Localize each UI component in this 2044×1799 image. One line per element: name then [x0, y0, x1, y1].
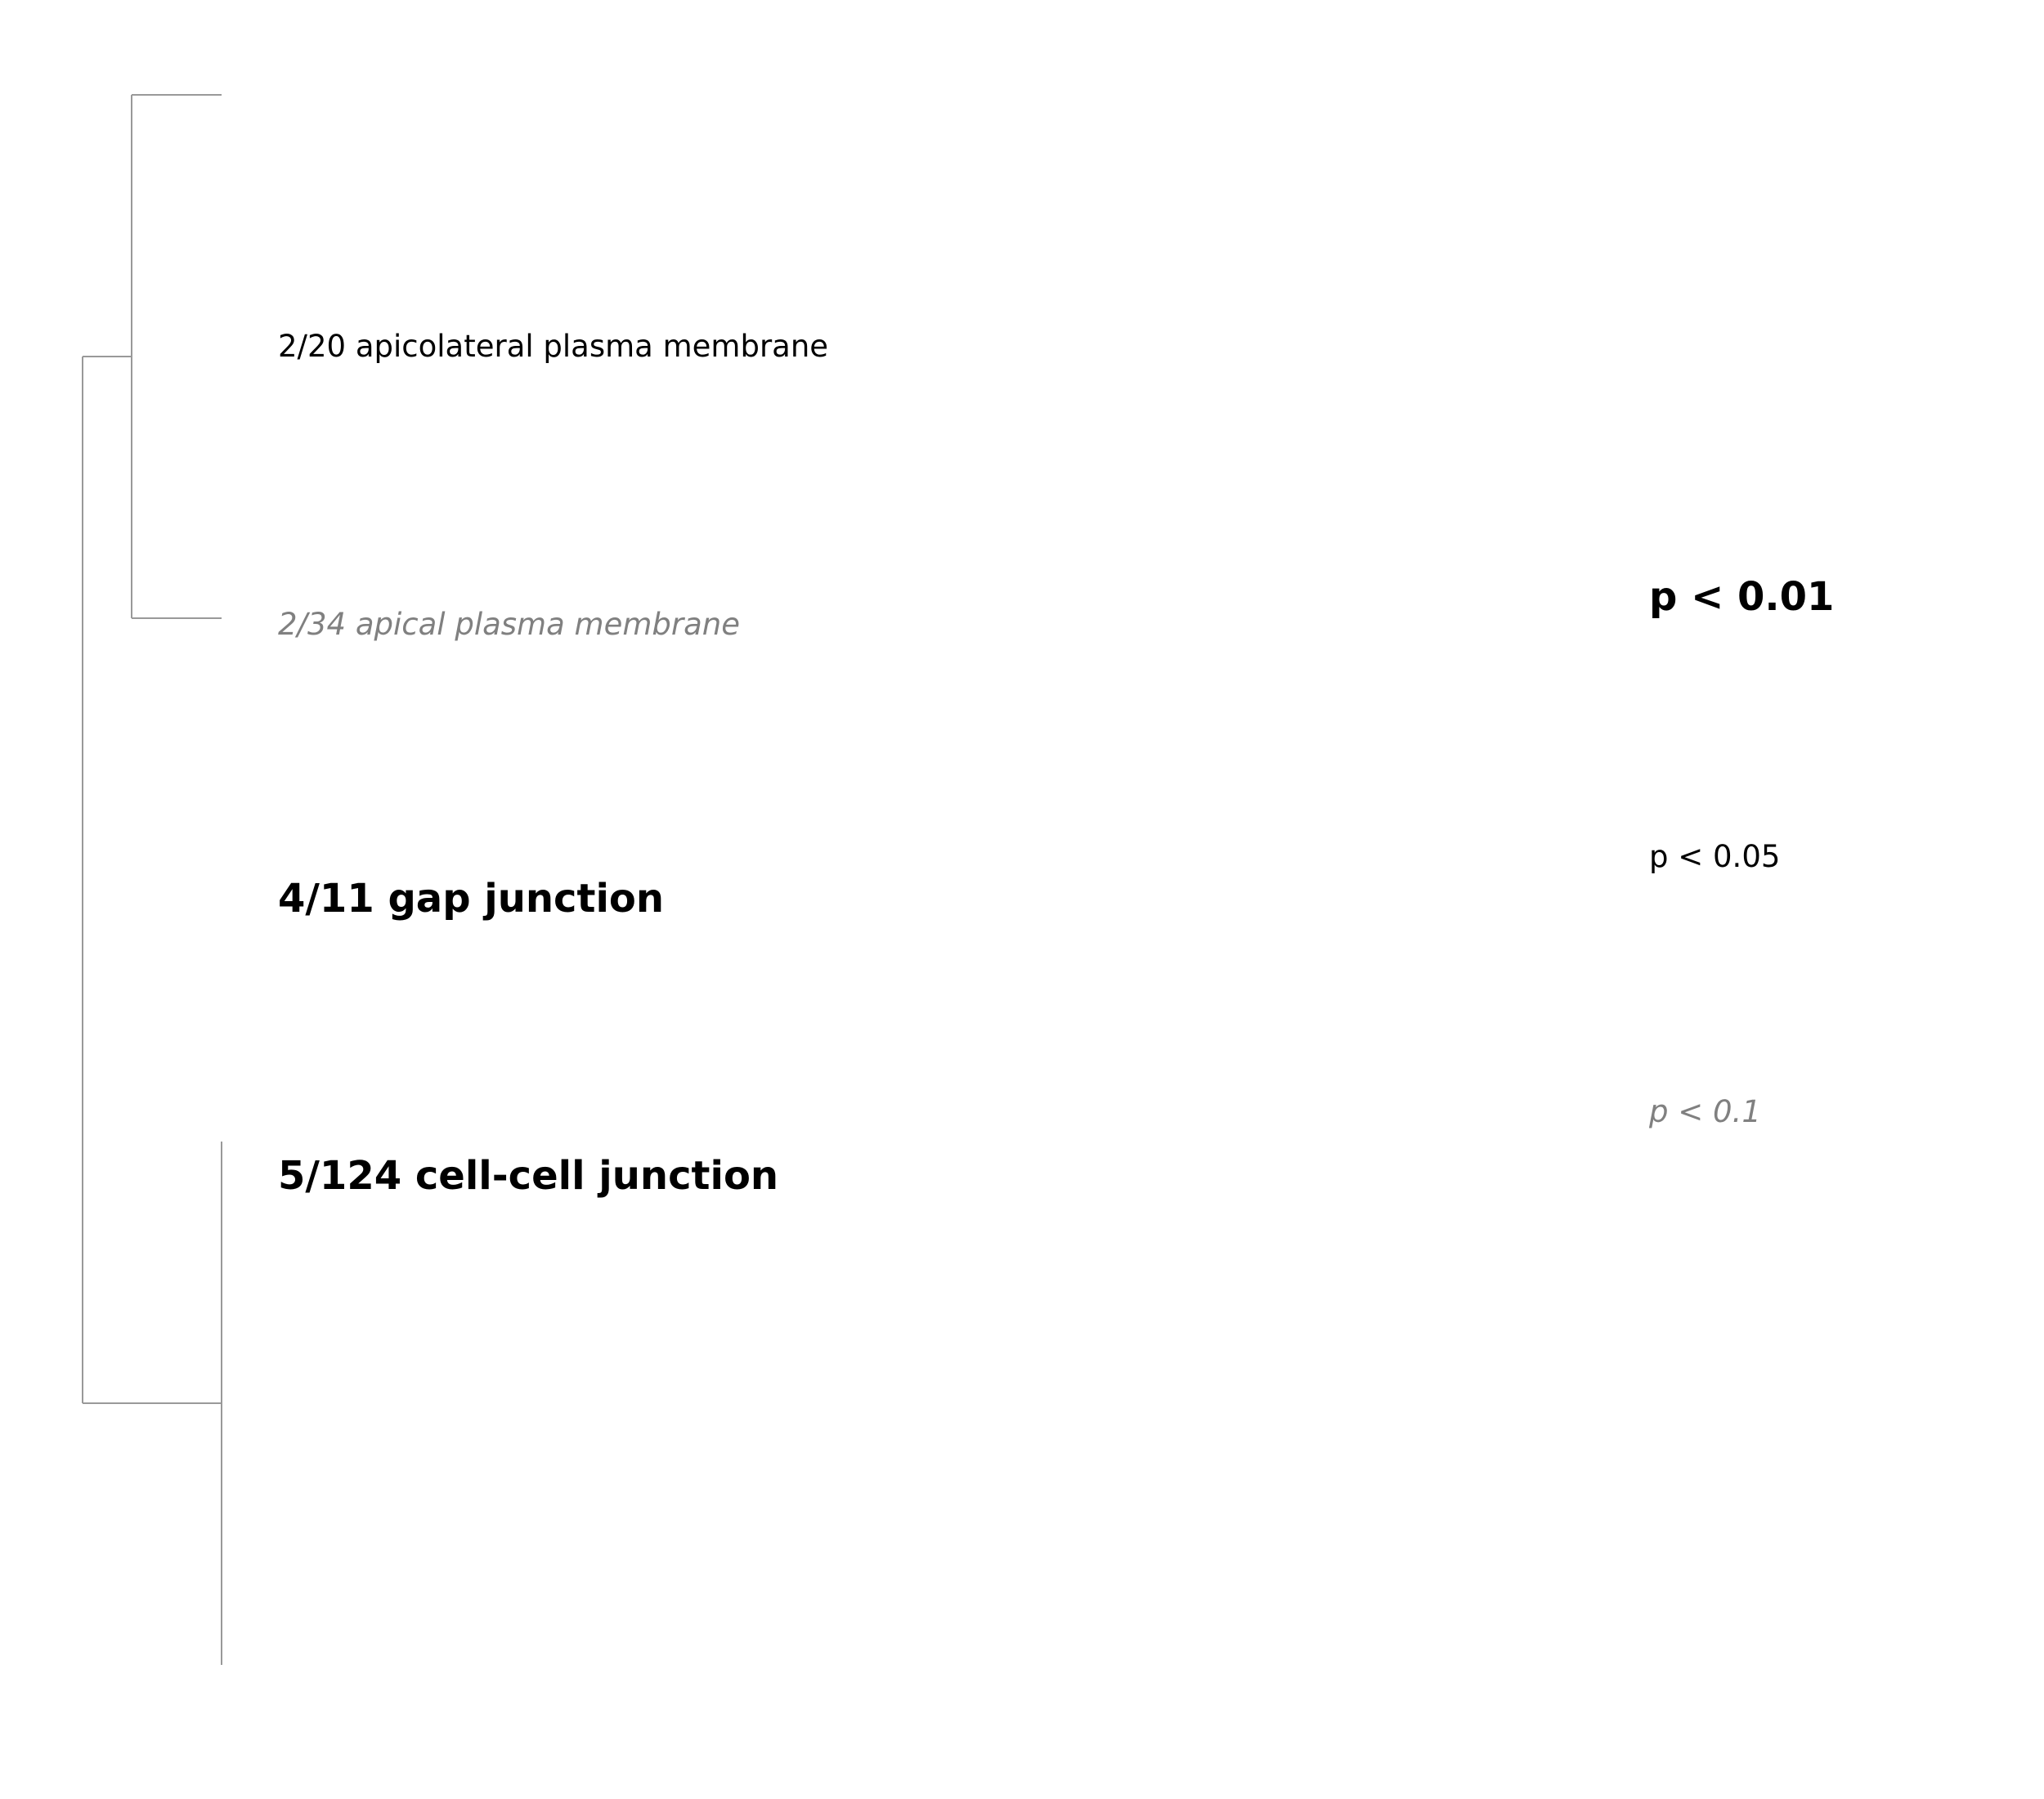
legend-entry-p001: p < 0.01 — [1649, 574, 1835, 620]
legend-entry-p005: p < 0.05 — [1649, 839, 1781, 874]
term-label-apicolateral-plasma-membrane: 2/20 apicolateral plasma membrane — [278, 329, 829, 364]
term-label-gap-junction: 4/11 gap junction — [278, 876, 665, 922]
term-label-apical-plasma-membrane: 2/34 apical plasma membrane — [278, 607, 740, 642]
term-label-cell-cell-junction: 5/124 cell-cell junction — [278, 1153, 779, 1199]
legend-entry-p01: p < 0.1 — [1649, 1094, 1761, 1129]
